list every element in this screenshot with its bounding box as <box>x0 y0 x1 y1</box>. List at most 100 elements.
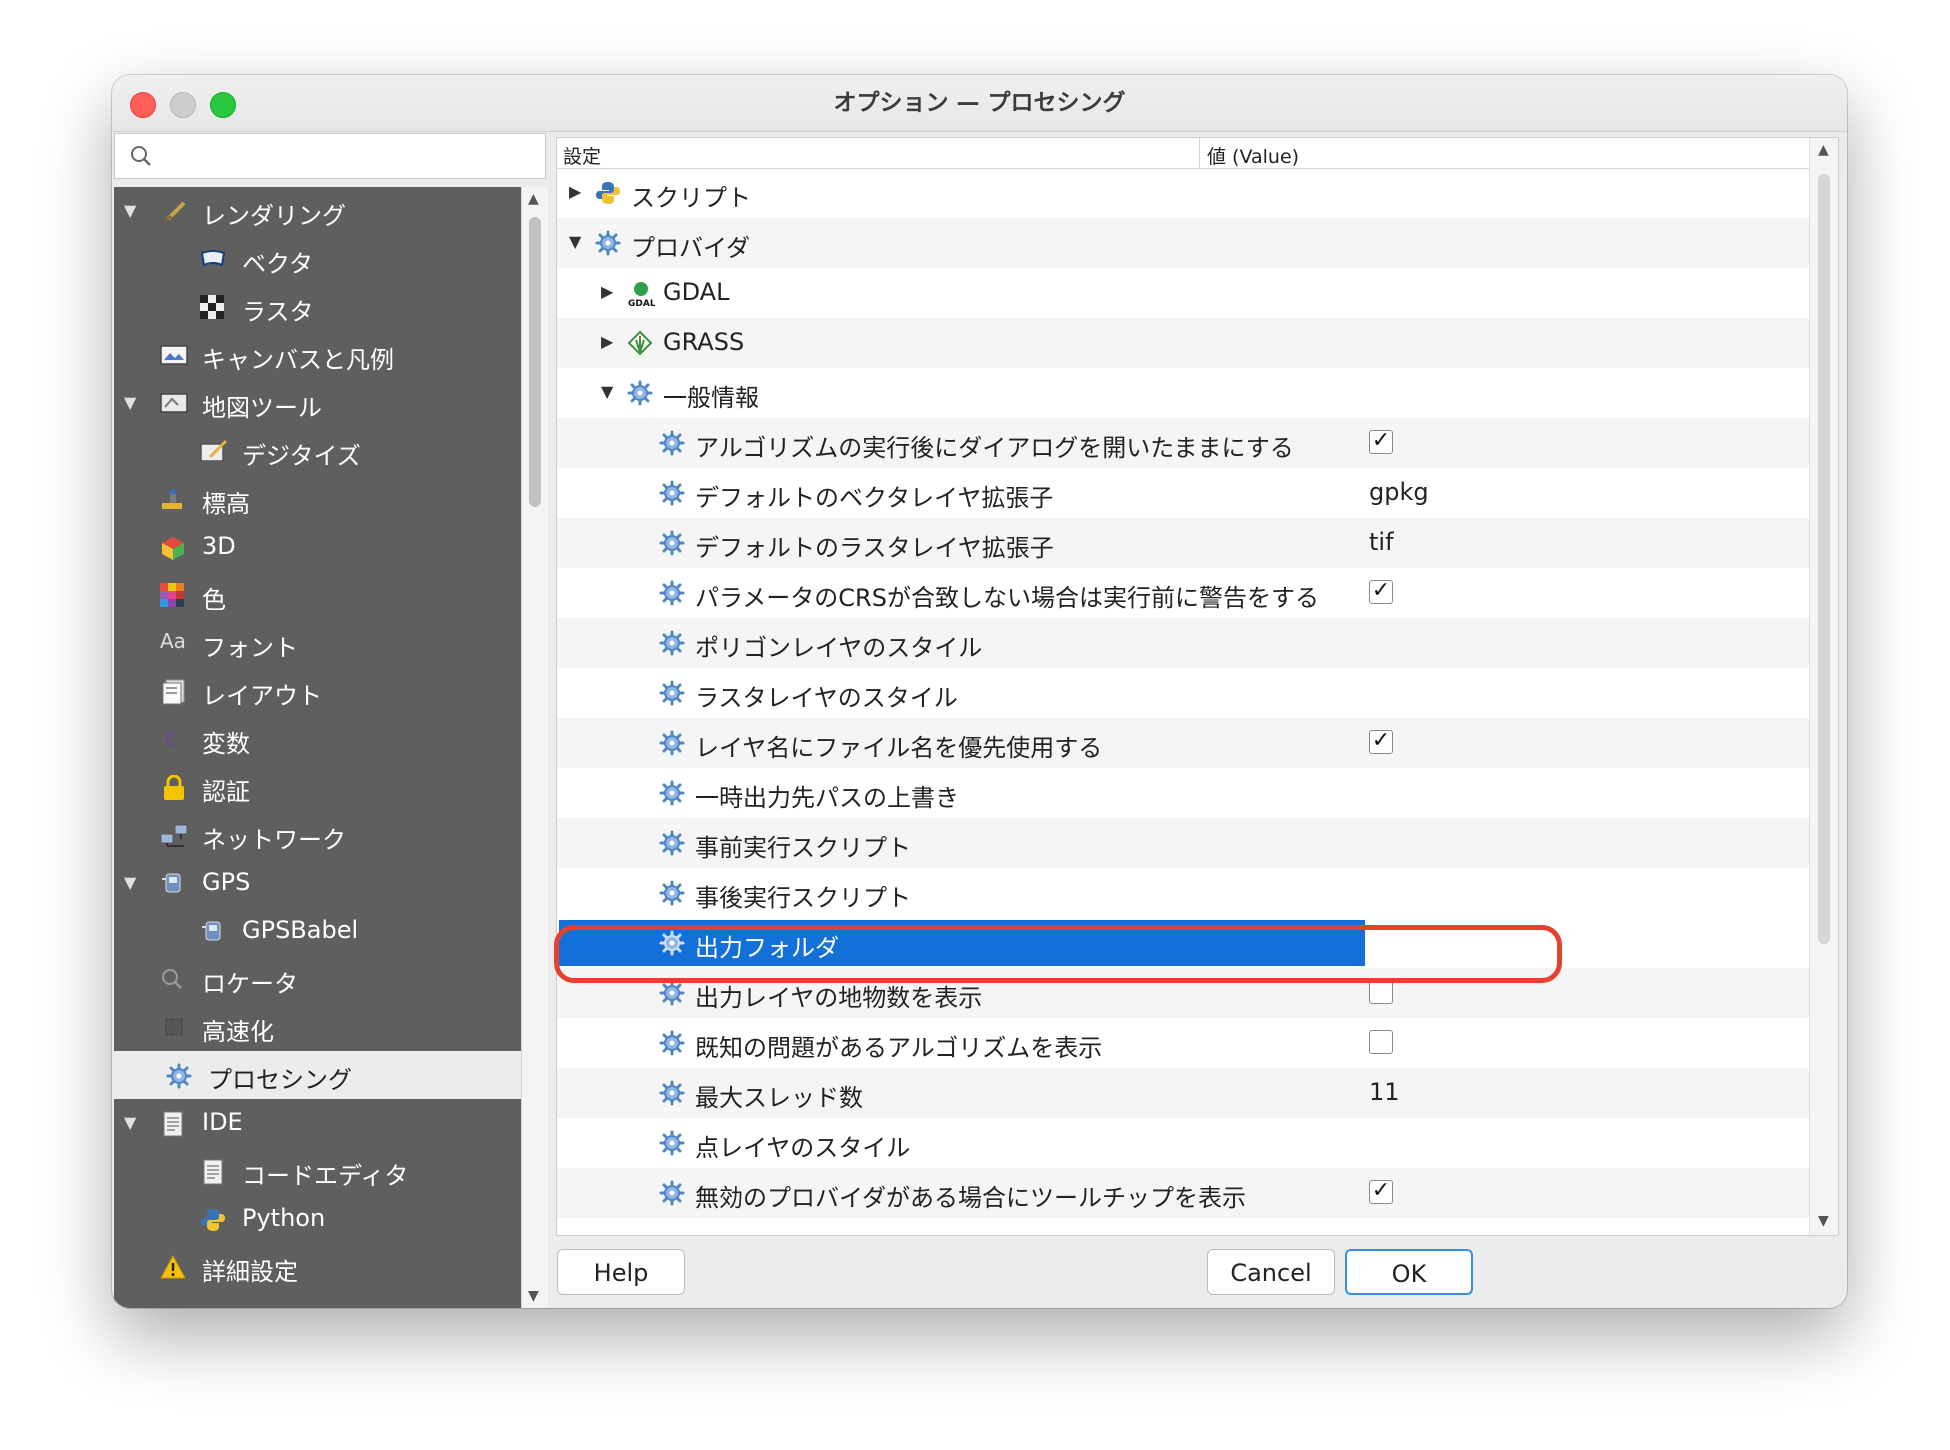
sidebar-item-map-tools[interactable]: ▼ 地図ツール <box>114 379 521 427</box>
setting-row-polygon-style[interactable]: ポリゴンレイヤのスタイル <box>557 618 1809 668</box>
tree-row-grass[interactable]: ▶ GRASS <box>557 318 1809 368</box>
search-box[interactable] <box>114 133 546 179</box>
search-input[interactable] <box>167 142 531 172</box>
ok-button[interactable]: OK <box>1345 1249 1473 1295</box>
setting-row-show-feature-count[interactable]: 出力レイヤの地物数を表示 <box>557 968 1809 1018</box>
sidebar-item-color[interactable]: 色 <box>114 571 521 619</box>
setting-row-default-raster-ext[interactable]: デフォルトのラスタレイヤ拡張子 tif <box>557 518 1809 568</box>
sidebar-item-ide[interactable]: ▼ IDE <box>114 1099 521 1147</box>
column-header-setting[interactable]: 設定 <box>563 142 601 169</box>
sidebar-item-font[interactable]: Aa フォント <box>114 619 521 667</box>
tree-row-scripts[interactable]: ▶ スクリプト <box>557 168 1809 218</box>
sidebar-item-python[interactable]: Python <box>114 1195 521 1243</box>
sidebar-item-label: プロセシング <box>208 1066 352 1094</box>
sidebar-item-label: デジタイズ <box>242 442 361 470</box>
help-button[interactable]: Help <box>557 1249 685 1295</box>
chevron-down-icon[interactable]: ▼ <box>124 873 136 892</box>
setting-row-show-known-issues[interactable]: 既知の問題があるアルゴリズムを表示 <box>557 1018 1809 1068</box>
tree-scrollbar[interactable]: ▲ ▼ <box>1809 138 1838 1235</box>
setting-row-pre-script[interactable]: 事前実行スクリプト <box>557 818 1809 868</box>
setting-value[interactable]: gpkg <box>1369 478 1429 506</box>
chevron-down-icon[interactable]: ▼ <box>124 393 136 412</box>
sidebar-item-label: 地図ツール <box>202 394 322 422</box>
scroll-up-icon[interactable]: ▲ <box>1818 142 1829 158</box>
tree-row-providers[interactable]: ▼ プロバイダ <box>557 218 1809 268</box>
sidebar-item-network[interactable]: ネットワーク <box>114 811 521 859</box>
sidebar-item-rendering[interactable]: ▼ レンダリング <box>114 187 521 235</box>
lock-icon <box>162 774 188 800</box>
sidebar-item-gpsbabel[interactable]: GPSBabel <box>114 907 521 955</box>
setting-row-point-style[interactable]: 点レイヤのスタイル <box>557 1118 1809 1168</box>
scroll-up-icon[interactable]: ▲ <box>528 191 539 207</box>
setting-label: ラスタレイヤのスタイル <box>695 684 958 712</box>
column-header-value[interactable]: 値 (Value) <box>1207 142 1299 169</box>
sidebar-item-raster[interactable]: ラスタ <box>114 283 521 331</box>
setting-checkbox[interactable] <box>1369 980 1393 1004</box>
variables-icon: ε <box>164 723 177 751</box>
setting-row-output-folder[interactable]: 出力フォルダ <box>557 918 1809 968</box>
sidebar-item-label: ロケータ <box>202 970 298 998</box>
setting-value[interactable]: tif <box>1369 528 1394 556</box>
setting-row-prefer-filename[interactable]: レイヤ名にファイル名を優先使用する ✓ <box>557 718 1809 768</box>
python-icon <box>595 180 621 206</box>
chevron-right-icon[interactable]: ▶ <box>601 282 613 301</box>
sidebar-item-3d[interactable]: 3D <box>114 523 521 571</box>
setting-row-temp-output-override[interactable]: 一時出力先パスの上書き <box>557 768 1809 818</box>
gear-icon <box>659 1180 685 1206</box>
chevron-down-icon[interactable]: ▼ <box>569 232 581 251</box>
sidebar-item-layout[interactable]: レイアウト <box>114 667 521 715</box>
setting-checkbox[interactable]: ✓ <box>1369 1180 1393 1204</box>
window-title: オプション — プロセシング <box>833 90 1126 116</box>
sidebar-item-label: 色 <box>202 586 226 614</box>
chevron-right-icon[interactable]: ▶ <box>569 182 581 201</box>
network-icon <box>160 823 188 847</box>
chevron-down-icon[interactable]: ▼ <box>124 1113 136 1132</box>
chevron-down-icon[interactable]: ▼ <box>601 382 613 401</box>
chevron-right-icon[interactable]: ▶ <box>601 332 613 351</box>
cancel-button[interactable]: Cancel <box>1207 1249 1335 1295</box>
sidebar-item-authentication[interactable]: 認証 <box>114 763 521 811</box>
setting-checkbox[interactable]: ✓ <box>1369 430 1393 454</box>
tree-scroll-thumb[interactable] <box>1818 174 1830 944</box>
sidebar-item-digitize[interactable]: デジタイズ <box>114 427 521 475</box>
setting-label: パラメータのCRSが合致しない場合は実行前に警告をする <box>695 584 1319 612</box>
gear-icon <box>659 1080 685 1106</box>
setting-value[interactable]: 11 <box>1369 1078 1400 1106</box>
sidebar-item-processing[interactable]: プロセシング <box>114 1051 521 1099</box>
tree-row-gdal[interactable]: ▶ GDAL GDAL <box>557 268 1809 318</box>
warning-icon <box>160 1254 186 1279</box>
scroll-down-icon[interactable]: ▼ <box>1818 1213 1829 1229</box>
sidebar-scrollbar[interactable]: ▲ ▼ <box>521 187 548 1308</box>
sidebar-item-label: 3D <box>202 532 236 560</box>
chevron-down-icon[interactable]: ▼ <box>124 201 136 220</box>
sidebar-item-canvas-legend[interactable]: キャンバスと凡例 <box>114 331 521 379</box>
setting-row-invalid-provider-tooltip[interactable]: 無効のプロバイダがある場合にツールチップを表示 ✓ <box>557 1168 1809 1218</box>
sidebar-item-vector[interactable]: ベクタ <box>114 235 521 283</box>
sidebar-item-label: GPS <box>202 868 251 896</box>
sidebar-item-gps[interactable]: ▼ GPS <box>114 859 521 907</box>
sidebar-item-advanced[interactable]: 詳細設定 <box>114 1243 521 1291</box>
setting-row-crs-warning[interactable]: パラメータのCRSが合致しない場合は実行前に警告をする ✓ <box>557 568 1809 618</box>
setting-row-max-threads[interactable]: 最大スレッド数 11 <box>557 1068 1809 1118</box>
setting-checkbox[interactable]: ✓ <box>1369 730 1393 754</box>
sidebar-item-locator[interactable]: ロケータ <box>114 955 521 1003</box>
gear-icon <box>627 380 653 406</box>
setting-row-keep-dialog-open[interactable]: アルゴリズムの実行後にダイアログを開いたままにする ✓ <box>557 418 1809 468</box>
sidebar-item-variables[interactable]: ε 変数 <box>114 715 521 763</box>
sidebar-item-elevation[interactable]: 標高 <box>114 475 521 523</box>
setting-label: デフォルトのラスタレイヤ拡張子 <box>695 534 1054 562</box>
gear-icon <box>659 480 685 506</box>
sidebar-item-acceleration[interactable]: 高速化 <box>114 1003 521 1051</box>
setting-row-default-vector-ext[interactable]: デフォルトのベクタレイヤ拡張子 gpkg <box>557 468 1809 518</box>
scroll-down-icon[interactable]: ▼ <box>528 1288 539 1304</box>
setting-row-raster-style[interactable]: ラスタレイヤのスタイル <box>557 668 1809 718</box>
setting-checkbox[interactable] <box>1369 1030 1393 1054</box>
tree-row-general[interactable]: ▼ 一般情報 <box>557 368 1809 418</box>
setting-row-post-script[interactable]: 事後実行スクリプト <box>557 868 1809 918</box>
setting-checkbox[interactable]: ✓ <box>1369 580 1393 604</box>
gear-icon <box>659 880 685 906</box>
sidebar-item-label: ネットワーク <box>202 826 346 854</box>
sidebar-item-label: 詳細設定 <box>202 1258 298 1286</box>
sidebar-item-code-editor[interactable]: コードエディタ <box>114 1147 521 1195</box>
sidebar-scroll-thumb[interactable] <box>529 217 541 507</box>
